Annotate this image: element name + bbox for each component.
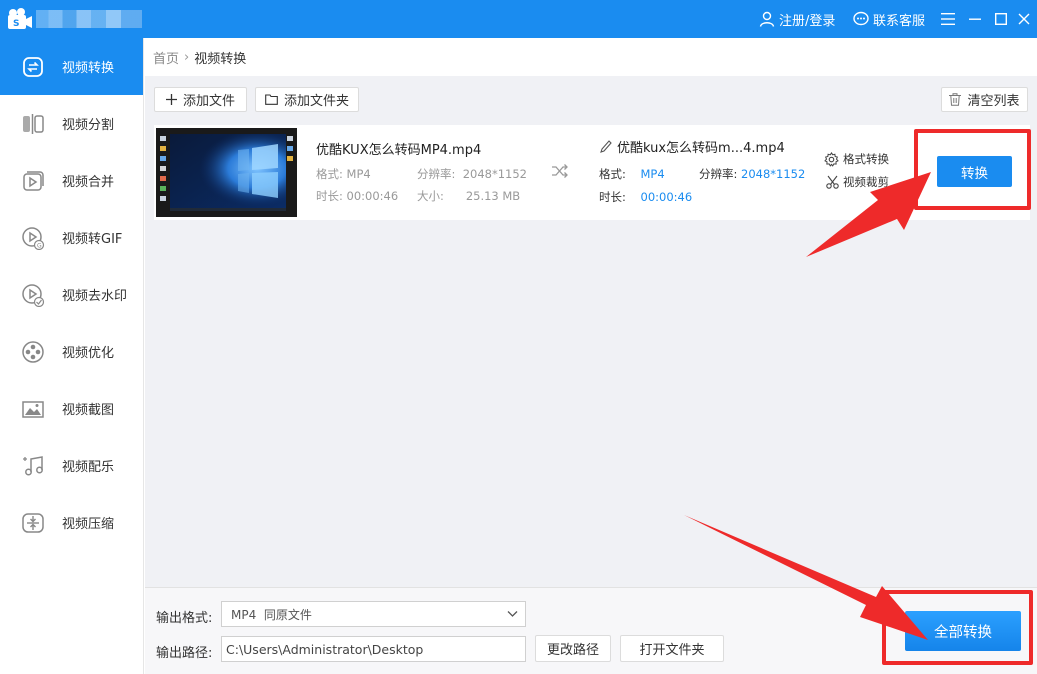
sidebar-item-video-compress[interactable]: 视频压缩 xyxy=(0,494,143,551)
output-format-label: 输出格式: xyxy=(156,611,213,626)
film-reel-icon xyxy=(20,339,46,365)
sidebar-item-video-watermark[interactable]: 视频去水印 xyxy=(0,266,143,323)
music-icon xyxy=(20,453,46,479)
add-file-button[interactable]: 添加文件 xyxy=(154,87,247,112)
shuffle-icon xyxy=(552,164,568,182)
output-resolution: 分辨率: 2048*1152 xyxy=(699,167,806,181)
app-name-blurred xyxy=(36,10,142,28)
sidebar-item-label: 视频转换 xyxy=(62,61,115,76)
clear-list-label: 清空列表 xyxy=(967,94,1020,109)
sidebar-item-video-optimize[interactable]: 视频优化 xyxy=(0,323,143,380)
add-folder-button[interactable]: 添加文件夹 xyxy=(255,87,359,112)
open-folder-button[interactable]: 打开文件夹 xyxy=(620,635,724,662)
watermark-icon xyxy=(20,282,46,308)
source-format: 格式: MP4 xyxy=(316,167,371,181)
source-size: 大小: 25.13 MB xyxy=(417,189,521,203)
output-format-select[interactable]: MP4 同原文件 xyxy=(221,601,526,627)
sidebar-item-label: 视频压缩 xyxy=(62,517,115,532)
source-resolution: 分辨率: 2048*1152 xyxy=(417,167,527,181)
source-duration: 时长: 00:00:46 xyxy=(316,189,399,203)
trash-icon xyxy=(949,93,962,106)
sidebar-item-video-music[interactable]: 视频配乐 xyxy=(0,437,143,494)
breadcrumb-current: 视频转换 xyxy=(194,51,247,67)
format-convert-label: 格式转换 xyxy=(843,152,889,166)
close-button[interactable] xyxy=(1013,0,1035,38)
sidebar: 视频转换 视频分割 视频合并 G 视频转GIF 视频去水印 视频优化 视频截图 xyxy=(0,38,144,674)
output-file-name[interactable]: 优酷kux怎么转码m...4.mp4 xyxy=(617,137,785,156)
output-format-value: MP4 同原文件 xyxy=(231,607,312,622)
screenshot-icon xyxy=(20,396,46,422)
close-icon xyxy=(1018,13,1030,25)
title-bar: S 注册/登录 联系客服 xyxy=(0,0,1037,38)
maximize-icon xyxy=(995,13,1007,25)
compress-icon xyxy=(20,510,46,536)
sidebar-item-video-gif[interactable]: G 视频转GIF xyxy=(0,209,143,266)
minimize-icon xyxy=(969,18,981,20)
main-panel: 首页 › 视频转换 添加文件 添加文件夹 清空列表 优酷KUX怎么转码MP4.m… xyxy=(145,38,1037,674)
plus-icon xyxy=(165,94,177,105)
output-duration: 时长: 00:00:46 xyxy=(599,190,693,204)
hamburger-menu-icon xyxy=(941,13,955,25)
sidebar-item-label: 视频合并 xyxy=(62,175,115,190)
menu-button[interactable] xyxy=(937,0,959,38)
minimize-button[interactable] xyxy=(964,0,986,38)
output-path-label: 输出路径: xyxy=(156,646,213,661)
login-label: 注册/登录 xyxy=(779,13,836,29)
chevron-down-icon xyxy=(507,611,518,617)
format-convert-link[interactable]: 格式转换 xyxy=(824,151,889,167)
add-folder-label: 添加文件夹 xyxy=(283,94,349,109)
video-crop-label: 视频裁剪 xyxy=(843,175,889,189)
add-file-label: 添加文件 xyxy=(182,94,235,109)
sidebar-item-video-convert[interactable]: 视频转换 xyxy=(0,38,143,95)
sidebar-item-label: 视频转GIF xyxy=(62,232,123,247)
breadcrumb: 首页 › 视频转换 xyxy=(145,38,1037,76)
chat-bubble-icon xyxy=(853,11,869,26)
app-logo-icon: S xyxy=(7,7,33,31)
source-file-name: 优酷KUX怎么转码MP4.mp4 xyxy=(316,143,482,158)
sidebar-item-label: 视频去水印 xyxy=(62,289,128,304)
merge-icon xyxy=(20,168,46,194)
sidebar-item-label: 视频截图 xyxy=(62,403,115,418)
file-list-row[interactable]: 优酷KUX怎么转码MP4.mp4 格式: MP4 分辨率: 2048*1152 … xyxy=(154,125,1030,220)
highlight-box-convert-all xyxy=(882,590,1033,665)
breadcrumb-chevron-icon: › xyxy=(184,49,190,65)
highlight-box-convert xyxy=(914,129,1031,210)
clear-list-button[interactable]: 清空列表 xyxy=(941,87,1028,112)
sidebar-item-video-split[interactable]: 视频分割 xyxy=(0,95,143,152)
contact-service-link[interactable]: 联系客服 xyxy=(853,0,925,38)
maximize-button[interactable] xyxy=(990,0,1012,38)
change-path-button[interactable]: 更改路径 xyxy=(535,635,611,662)
sidebar-item-label: 视频优化 xyxy=(62,346,115,361)
video-crop-link[interactable]: 视频裁剪 xyxy=(826,174,889,190)
gif-icon: G xyxy=(20,225,46,251)
sidebar-item-label: 视频分割 xyxy=(62,118,115,133)
video-convert-icon xyxy=(20,54,46,80)
login-link[interactable]: 注册/登录 xyxy=(759,0,835,38)
split-icon xyxy=(20,111,46,137)
video-thumbnail xyxy=(156,128,297,217)
svg-text:S: S xyxy=(13,19,19,29)
sidebar-item-video-merge[interactable]: 视频合并 xyxy=(0,152,143,209)
svg-text:G: G xyxy=(37,242,42,249)
sidebar-item-label: 视频配乐 xyxy=(62,460,115,475)
service-label: 联系客服 xyxy=(873,13,926,29)
sidebar-item-video-screenshot[interactable]: 视频截图 xyxy=(0,380,143,437)
folder-icon xyxy=(265,94,278,105)
output-format: 格式: MP4 xyxy=(599,167,665,181)
gear-icon xyxy=(824,151,839,167)
scissors-icon xyxy=(826,175,839,189)
edit-pencil-icon[interactable] xyxy=(600,140,612,157)
breadcrumb-home[interactable]: 首页 xyxy=(153,48,179,67)
user-icon xyxy=(759,11,775,27)
output-path-input[interactable]: C:\Users\Administrator\Desktop xyxy=(221,636,526,662)
